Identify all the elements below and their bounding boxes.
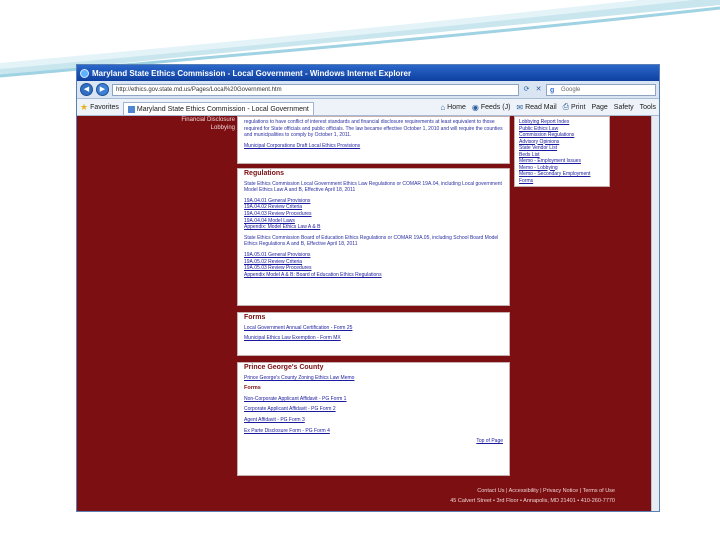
regulation-link[interactable]: 19A.04.01 General Provisions	[244, 198, 503, 205]
window-title: Maryland State Ethics Commission - Local…	[92, 68, 412, 78]
print-label: Print	[571, 103, 586, 111]
tab-title: Maryland State Ethics Commission - Local…	[136, 105, 309, 113]
regulation-link[interactable]: 19A.04.03 Review Procedures	[244, 211, 503, 218]
safety-menu[interactable]: Safety	[614, 104, 634, 111]
vertical-scrollbar[interactable]	[651, 116, 659, 511]
forward-arrow-icon[interactable]: ▶	[96, 83, 109, 96]
footer-address: 45 Calvert Street • 3rd Floor • Annapoli…	[450, 498, 615, 504]
top-of-page-link[interactable]: Top of Page	[244, 438, 503, 445]
printer-icon: ⎙	[562, 102, 570, 111]
home-icon: ⌂	[440, 102, 446, 112]
page-menu[interactable]: Page	[591, 104, 607, 111]
refresh-icon[interactable]: ⟳	[522, 85, 531, 94]
google-icon: g	[550, 86, 555, 94]
slide: Maryland State Ethics Commission - Local…	[0, 0, 720, 540]
page-icon	[127, 105, 135, 113]
regulations-intro: State Ethics Commission Local Government…	[244, 180, 502, 194]
form-link[interactable]: Municipal Ethics Law Exemption - Form MX	[244, 335, 503, 342]
intro-card: regulations to have conflict of interest…	[237, 116, 510, 164]
search-placeholder: Google	[561, 86, 581, 93]
stop-icon[interactable]: ✕	[534, 85, 543, 94]
browser-window: Maryland State Ethics Commission - Local…	[76, 64, 660, 512]
pg-form-link[interactable]: Corporate Applicant Affidavit - PG Form …	[244, 406, 503, 413]
search-input[interactable]: g Google	[546, 83, 656, 96]
pg-form-link[interactable]: Agent Affidavit - PG Form 3	[244, 417, 503, 424]
regulation-link[interactable]: 19A.04.02 Review Criteria	[244, 204, 503, 211]
regulation-link[interactable]: Appendix: Model Ethics Law A & B	[244, 224, 503, 231]
page-viewport: Financial Disclosure Lobbying regulation…	[77, 116, 659, 511]
tab-local-government[interactable]: Maryland State Ethics Commission - Local…	[122, 101, 314, 115]
pg-form-link[interactable]: Non-Corporate Applicant Affidavit - PG F…	[244, 396, 503, 403]
favorites-label: Favorites	[90, 103, 119, 111]
intro-text: regulations to have conflict of interest…	[244, 119, 503, 139]
pg-county-card: Prince George's County Prince George's C…	[237, 362, 510, 476]
star-icon: ★	[80, 101, 89, 112]
read-mail-label: Read Mail	[525, 103, 557, 111]
title-bar: Maryland State Ethics Commission - Local…	[77, 65, 659, 81]
footer-links[interactable]: Contact Us | Accessibility | Privacy Not…	[477, 488, 615, 494]
home-label: Home	[447, 103, 466, 111]
regulation-link[interactable]: Appendix Model A & B: Board of Education…	[244, 272, 503, 279]
print-button[interactable]: ⎙ Print	[563, 102, 586, 112]
read-mail-button[interactable]: ✉ Read Mail	[516, 103, 556, 112]
pg-forms-subheading: Forms	[244, 385, 261, 392]
url-input[interactable]: http://ethics.gov.state.md.us/Pages/Loca…	[112, 83, 519, 96]
left-nav-item[interactable]: Lobbying	[151, 124, 235, 132]
regulations-intro-2: State Ethics Commission Board of Educati…	[244, 234, 499, 248]
command-bar: ★ Favorites Maryland State Ethics Commis…	[77, 99, 659, 116]
feeds-label: Feeds (J)	[480, 103, 511, 111]
forms-heading: Forms	[244, 314, 266, 321]
rss-icon: ◉	[471, 102, 479, 112]
regulation-link[interactable]: 19A.05.03 Review Procedures	[244, 265, 503, 272]
safety-label: Safety	[613, 103, 634, 111]
tools-menu[interactable]: Tools	[640, 104, 656, 111]
regulation-link[interactable]: 19A.05.01 General Provisions	[244, 252, 503, 259]
pg-county-link[interactable]: Prince George's County Zoning Ethics Law…	[244, 375, 503, 382]
regulation-link[interactable]: 19A.05.02 Review Criteria	[244, 259, 503, 266]
left-nav: Financial Disclosure Lobbying	[151, 116, 235, 132]
intro-link[interactable]: Municipal Corporations Draft Local Ethic…	[244, 143, 503, 150]
pg-county-heading: Prince George's County	[244, 364, 324, 371]
back-arrow-icon[interactable]: ◀	[80, 83, 93, 96]
regulation-link[interactable]: 19A.04.04 Model Laws	[244, 218, 503, 225]
right-links-panel: Lobbying Report Index Public Ethics Law …	[514, 116, 610, 187]
favorites-button[interactable]: ★ Favorites	[80, 102, 119, 113]
pg-form-link[interactable]: Ex Parte Disclosure Form - PG Form 4	[244, 428, 503, 435]
left-nav-item[interactable]: Financial Disclosure	[151, 116, 235, 124]
page-label: Page	[591, 103, 608, 111]
address-bar: ◀ ▶ http://ethics.gov.state.md.us/Pages/…	[77, 81, 659, 99]
form-link[interactable]: Local Government Annual Certification - …	[244, 325, 503, 332]
right-link[interactable]: Forms	[519, 178, 605, 185]
ie-logo-icon	[80, 68, 89, 78]
mail-icon: ✉	[516, 102, 524, 112]
feeds-button[interactable]: ◉ Feeds (J)	[472, 103, 511, 112]
home-button[interactable]: ⌂ Home	[440, 103, 466, 112]
regulations-heading: Regulations	[244, 170, 285, 177]
tools-label: Tools	[639, 103, 656, 111]
regulations-card: Regulations State Ethics Commission Loca…	[237, 168, 510, 306]
forms-card: Forms Local Government Annual Certificat…	[237, 312, 510, 356]
